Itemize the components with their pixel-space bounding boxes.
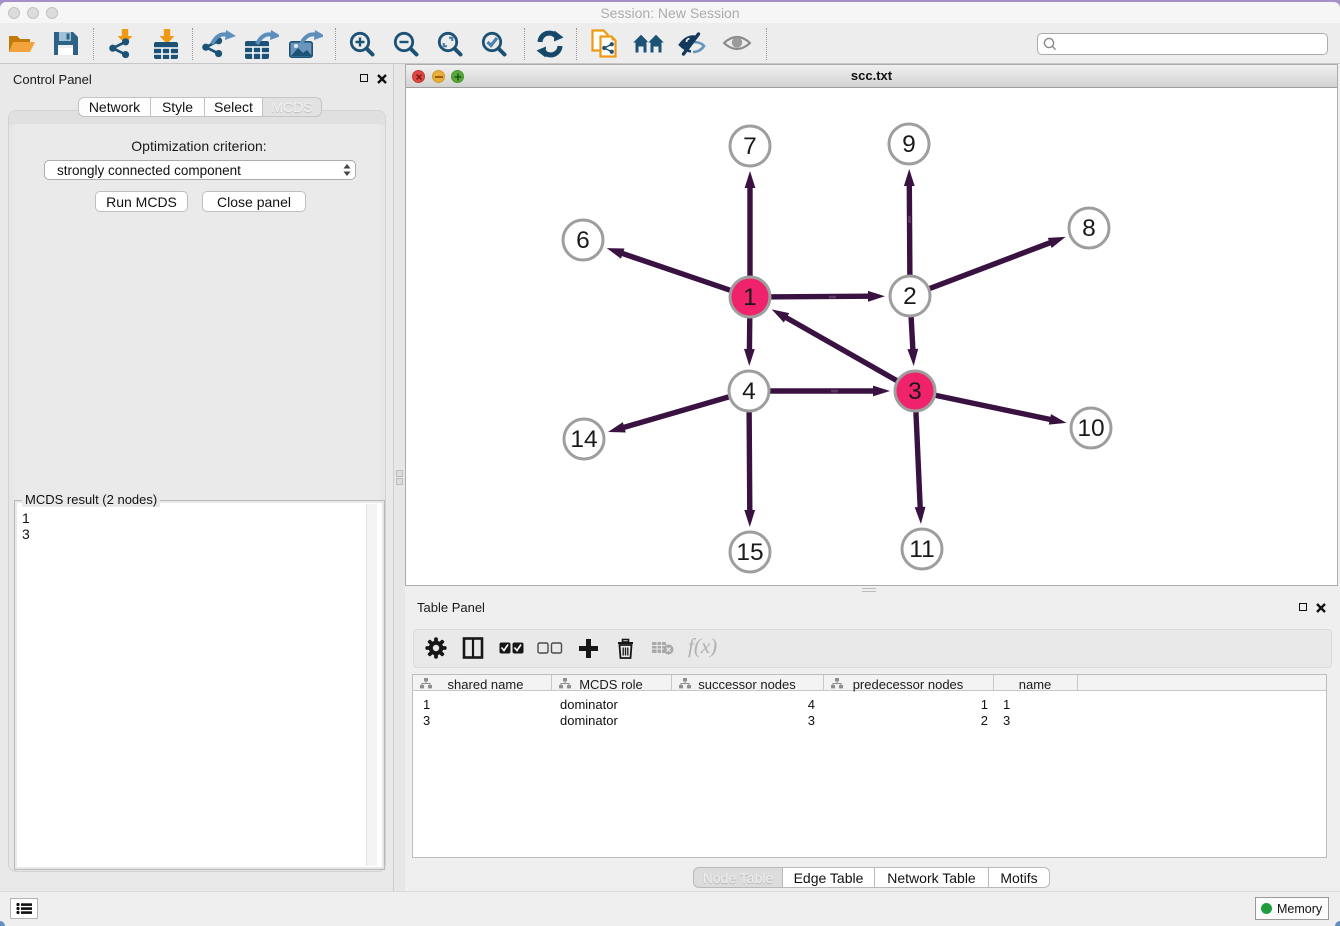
svg-text:6: 6 [576, 227, 590, 254]
svg-text:15: 15 [736, 539, 763, 566]
svg-text:1: 1 [743, 284, 757, 311]
svg-text:10: 10 [1077, 415, 1104, 442]
svg-text:11: 11 [909, 536, 934, 563]
svg-text:7: 7 [743, 133, 757, 160]
svg-text:3: 3 [908, 378, 922, 405]
svg-text:2: 2 [903, 283, 917, 310]
svg-text:14: 14 [570, 426, 597, 453]
svg-text:4: 4 [742, 378, 756, 405]
svg-text:8: 8 [1082, 215, 1096, 242]
svg-text:9: 9 [902, 131, 916, 158]
